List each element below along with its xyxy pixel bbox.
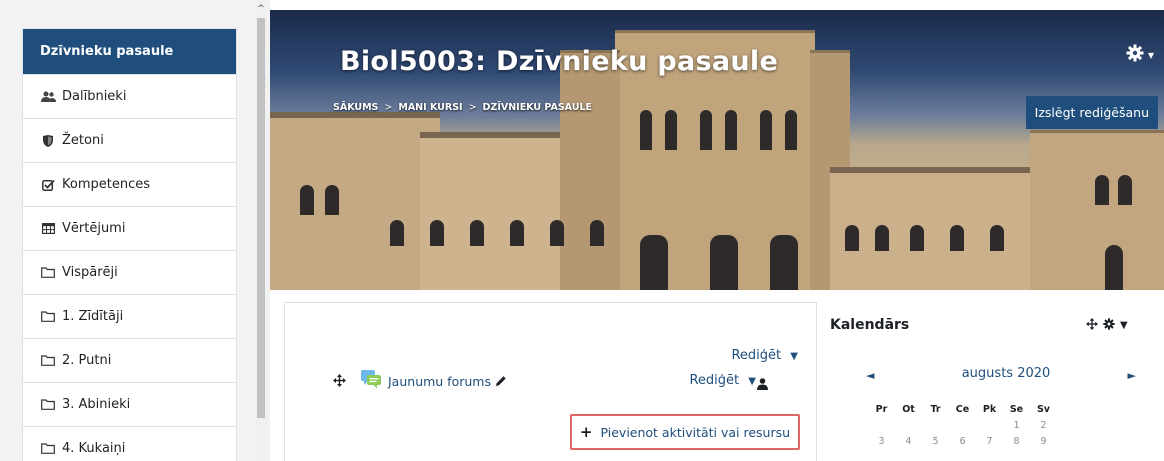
course-header: Biol5003: Dzīvnieku pasaule SĀKUMS > MAN… xyxy=(270,10,1164,290)
folder-icon xyxy=(40,399,56,410)
table-icon xyxy=(40,223,56,234)
calendar-weekday-row: Pr Ot Tr Ce Pk Se Sv xyxy=(868,404,1138,420)
course-settings-menu[interactable]: ▾ xyxy=(1126,44,1154,65)
calendar-grid: Pr Ot Tr Ce Pk Se Sv 1 2 3 4 5 6 7 8 9 xyxy=(868,404,1138,452)
calendar-day[interactable]: 2 xyxy=(1030,420,1057,436)
folder-icon xyxy=(40,443,56,454)
checkbox-icon xyxy=(40,179,56,191)
calendar-weekday: Se xyxy=(1009,404,1024,415)
calendar-day[interactable]: 8 xyxy=(1003,436,1030,452)
activity-row-forum: Jaunumu forums xyxy=(333,369,507,393)
sidebar-item-section-3[interactable]: 3. Abinieki xyxy=(23,383,236,427)
breadcrumb-separator: > xyxy=(384,102,393,113)
sidebar-item-badges[interactable]: Žetoni xyxy=(23,119,236,163)
gear-icon xyxy=(1126,44,1144,65)
calendar-title: Kalendārs xyxy=(830,317,910,333)
breadcrumb: SĀKUMS > MANI KURSI > DZĪVNIEKU PASAULE xyxy=(333,102,592,113)
move-icon[interactable] xyxy=(1086,318,1098,333)
sidebar-item-label: Žetoni xyxy=(62,133,104,148)
calendar-day xyxy=(976,420,1003,436)
move-icon[interactable] xyxy=(333,372,346,391)
calendar-week-row: 1 2 xyxy=(868,420,1138,436)
calendar-month-label[interactable]: augusts 2020 xyxy=(956,366,1056,381)
sidebar-item-label: 4. Kukaiņi xyxy=(62,441,126,456)
sidebar-item-label: 2. Putni xyxy=(62,353,112,368)
activity-edit-label: Rediģēt xyxy=(689,373,740,388)
section-edit-label: Rediģēt xyxy=(731,348,782,363)
calendar-day[interactable]: 3 xyxy=(868,436,895,452)
chevron-down-icon: ▼ xyxy=(790,351,798,362)
calendar-day xyxy=(868,420,895,436)
calendar-day[interactable]: 6 xyxy=(949,436,976,452)
forum-link[interactable]: Jaunumu forums xyxy=(388,374,491,389)
breadcrumb-item-my-courses[interactable]: MANI KURSI xyxy=(398,102,462,113)
sidebar-item-participants[interactable]: Dalībnieki xyxy=(23,75,236,119)
pencil-icon[interactable] xyxy=(495,372,507,391)
sidebar-item-label: Dzīvnieku pasaule xyxy=(40,44,174,59)
toggle-editing-button[interactable]: Izslēgt rediģēšanu xyxy=(1025,96,1158,129)
folder-icon xyxy=(40,311,56,322)
course-section-card: Rediģēt ▼ Jaunumu forums Rediģēt ▼ + Pie… xyxy=(284,302,817,461)
calendar-block: Kalendārs ▼ ◄ augusts 2020 ► Pr Ot Tr Ce… xyxy=(830,302,1164,461)
sidebar-item-label: Vērtējumi xyxy=(62,221,126,236)
next-month-arrow-icon[interactable]: ► xyxy=(1128,369,1136,382)
calendar-day xyxy=(895,420,922,436)
sidebar-item-competencies[interactable]: Kompetences xyxy=(23,163,236,207)
sidebar-item-section-4[interactable]: 4. Kukaiņi xyxy=(23,427,236,461)
calendar-weekday: Ce xyxy=(955,404,970,415)
calendar-block-controls: ▼ xyxy=(1086,318,1128,333)
sidebar-item-grades[interactable]: Vērtējumi xyxy=(23,207,236,251)
calendar-day[interactable]: 9 xyxy=(1030,436,1057,452)
users-icon xyxy=(40,91,56,103)
drawer-scrollbar[interactable]: ^ xyxy=(255,0,267,461)
add-activity-button[interactable]: + Pievienot aktivitāti vai resursu xyxy=(570,414,800,450)
breadcrumb-item-course[interactable]: DZĪVNIEKU PASAULE xyxy=(483,102,592,113)
calendar-weekday: Ot xyxy=(902,404,915,415)
calendar-week-row: 3 4 5 6 7 8 9 xyxy=(868,436,1138,452)
folder-icon xyxy=(40,355,56,366)
sidebar-item-section-1[interactable]: 1. Zīdītāji xyxy=(23,295,236,339)
sidebar-item-label: Kompetences xyxy=(62,177,150,192)
sidebar-item-label: 3. Abinieki xyxy=(62,397,131,412)
plus-icon: + xyxy=(579,423,593,441)
course-drawer: Dzīvnieku pasaule Dalībnieki Žetoni Komp… xyxy=(0,0,270,461)
scroll-up-arrow-icon[interactable]: ^ xyxy=(255,4,267,14)
sidebar-item-section-2[interactable]: 2. Putni xyxy=(23,339,236,383)
previous-month-arrow-icon[interactable]: ◄ xyxy=(866,369,874,382)
chevron-down-icon[interactable]: ▼ xyxy=(1120,320,1128,331)
shield-icon xyxy=(40,134,56,147)
calendar-weekday: Sv xyxy=(1036,404,1051,415)
add-activity-label: Pievienot aktivitāti vai resursu xyxy=(600,424,791,440)
calendar-day xyxy=(922,420,949,436)
page-title: Biol5003: Dzīvnieku pasaule xyxy=(340,46,779,77)
calendar-weekday: Tr xyxy=(930,404,941,415)
calendar-day[interactable]: 5 xyxy=(922,436,949,452)
sidebar-item-course-home[interactable]: Dzīvnieku pasaule xyxy=(23,29,236,75)
sidebar-item-label: 1. Zīdītāji xyxy=(62,309,124,324)
course-nav-list: Dzīvnieku pasaule Dalībnieki Žetoni Komp… xyxy=(22,28,237,461)
activity-edit-menu[interactable]: Rediģēt ▼ xyxy=(689,373,756,388)
calendar-day xyxy=(949,420,976,436)
sidebar-item-label: Vispārēji xyxy=(62,265,118,280)
gear-icon[interactable] xyxy=(1103,318,1115,333)
breadcrumb-separator: > xyxy=(468,102,477,113)
chevron-down-icon: ▼ xyxy=(748,376,756,387)
calendar-day[interactable]: 4 xyxy=(895,436,922,452)
forum-icon xyxy=(360,369,382,393)
section-edit-menu[interactable]: Rediģēt ▼ xyxy=(731,348,798,363)
calendar-day[interactable]: 1 xyxy=(1003,420,1030,436)
calendar-day[interactable]: 7 xyxy=(976,436,1003,452)
calendar-weekday: Pr xyxy=(875,404,888,415)
chevron-down-icon: ▾ xyxy=(1147,47,1154,62)
breadcrumb-item-home[interactable]: SĀKUMS xyxy=(333,102,378,113)
calendar-weekday: Pk xyxy=(982,404,997,415)
sidebar-item-general[interactable]: Vispārēji xyxy=(23,251,236,295)
sidebar-item-label: Dalībnieki xyxy=(62,89,127,104)
folder-icon xyxy=(40,267,56,278)
person-icon[interactable] xyxy=(757,375,768,394)
scrollbar-thumb[interactable] xyxy=(257,18,265,418)
calendar-month-nav: ◄ augusts 2020 ► xyxy=(866,366,1136,386)
